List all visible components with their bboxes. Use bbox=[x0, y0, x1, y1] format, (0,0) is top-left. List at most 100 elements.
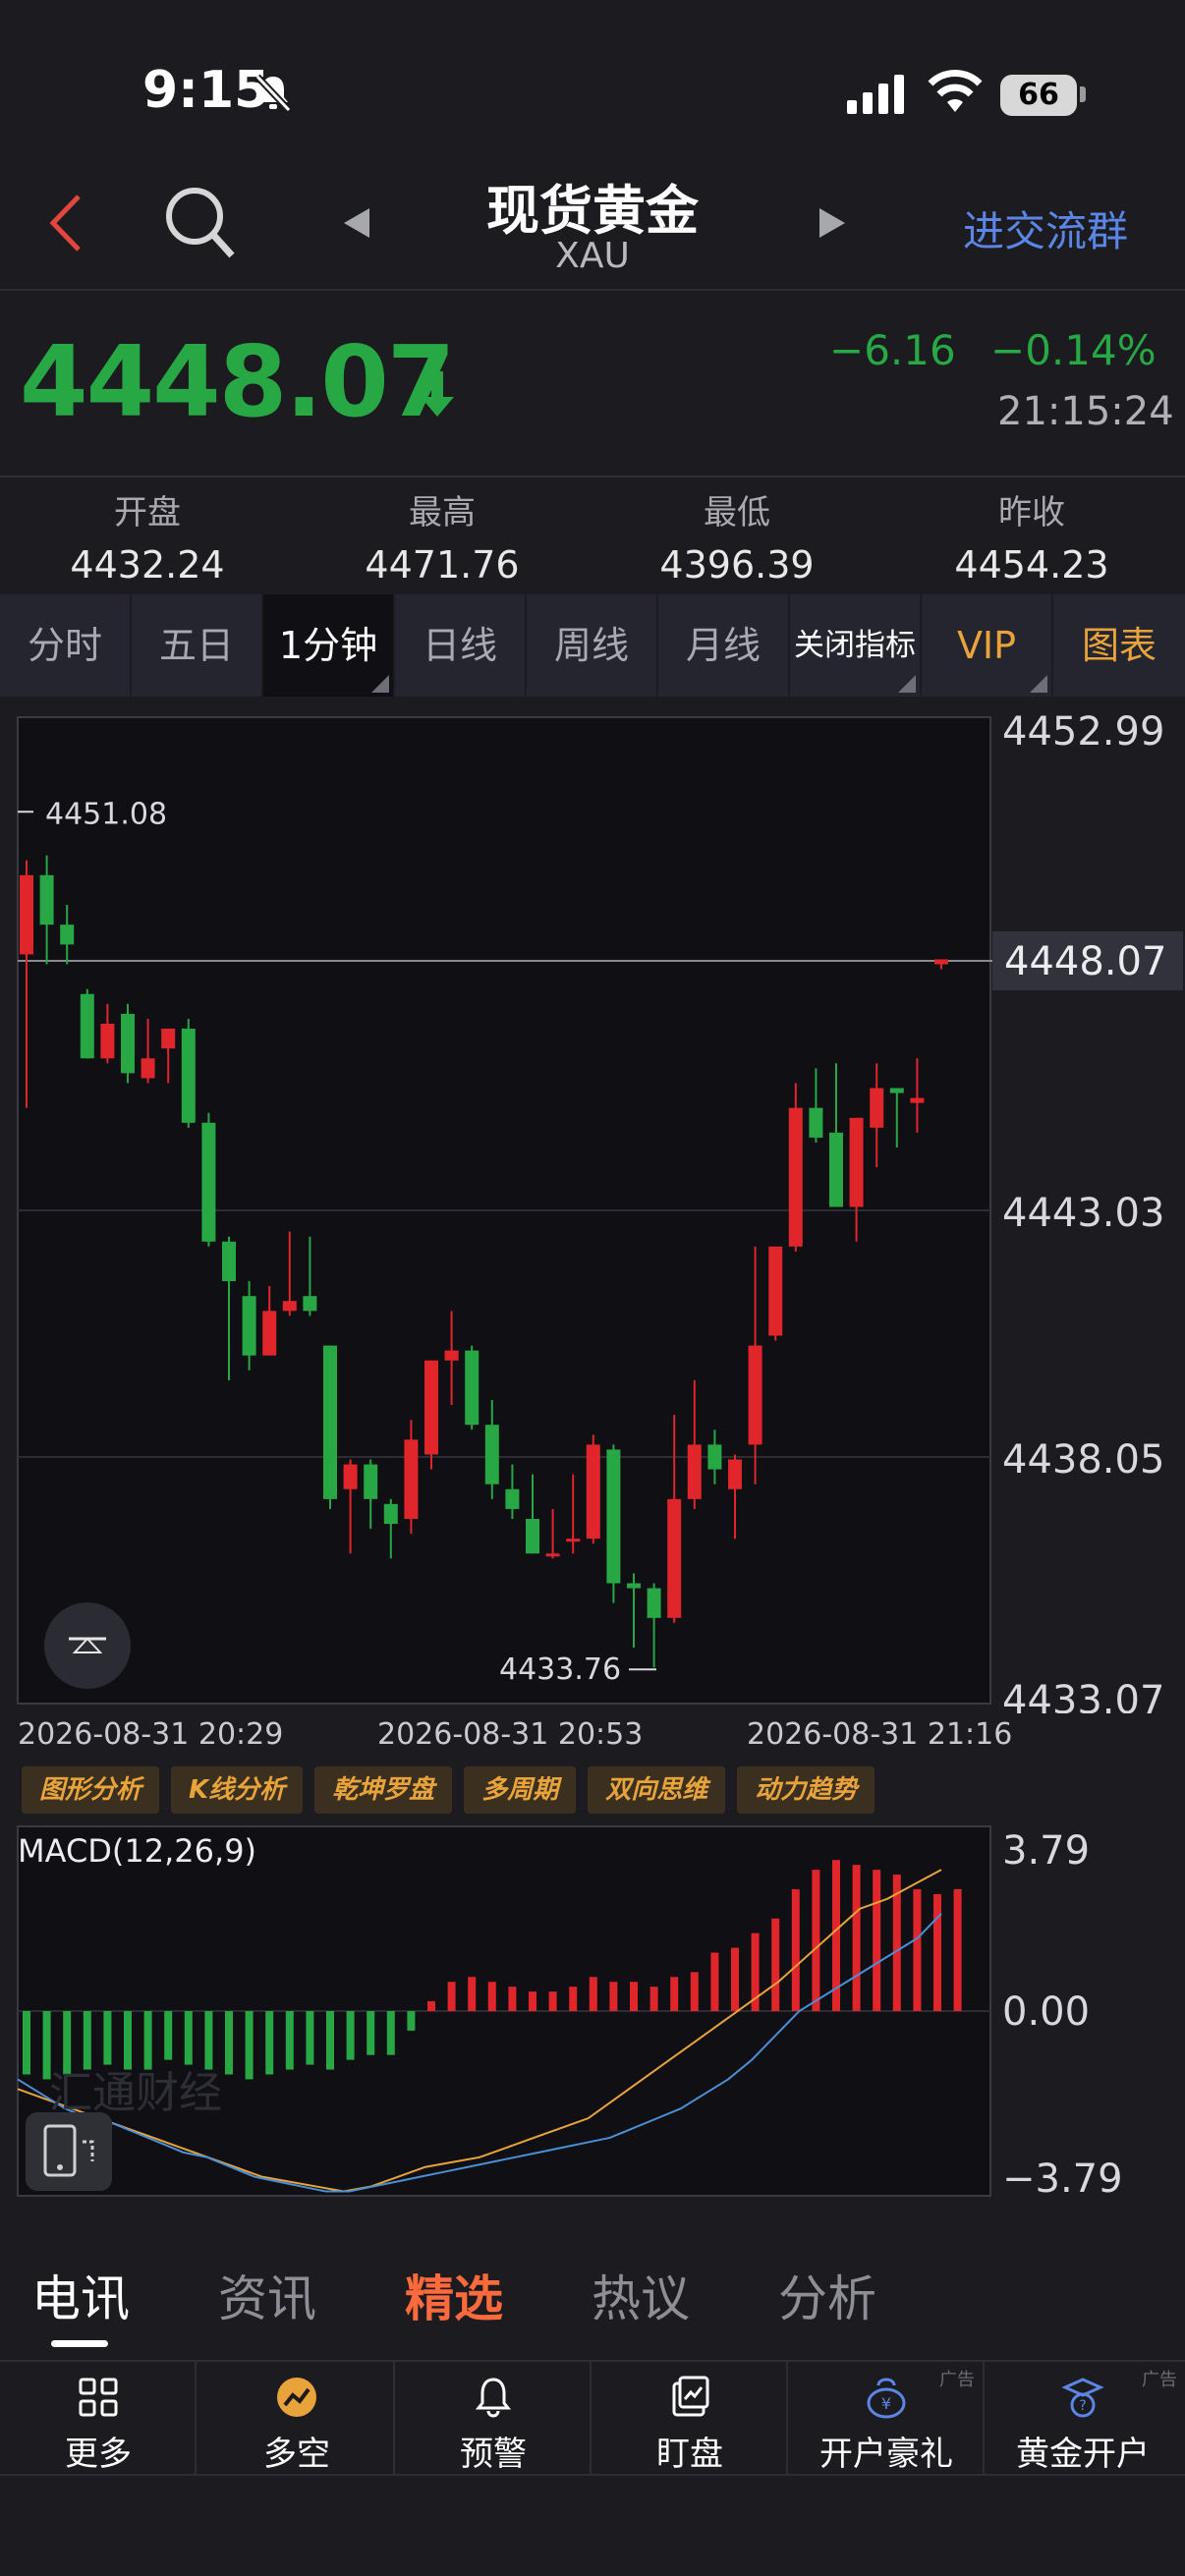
macd-bar bbox=[386, 2011, 395, 2055]
open-value: 4432.24 bbox=[70, 543, 225, 587]
gift-bag-icon: ¥ bbox=[867, 2378, 906, 2419]
tool-compass[interactable]: 乾坤罗盘 bbox=[314, 1766, 453, 1814]
macd-chart[interactable]: MACD(12,26,9) 3.79 0.00 −3.79 bbox=[0, 1822, 1185, 2201]
tab-corner-mark bbox=[1030, 675, 1047, 693]
macd-bar bbox=[447, 1982, 456, 2011]
last-price: 4448.07 bbox=[20, 324, 455, 439]
tool-multi-period[interactable]: 多周期 bbox=[464, 1766, 577, 1814]
high-stat: 最高 4471.76 bbox=[295, 485, 590, 587]
macd-bar bbox=[245, 2011, 254, 2080]
join-group-link[interactable]: 进交流群 bbox=[963, 198, 1128, 258]
macd-bar bbox=[913, 1888, 922, 2011]
macd-tick-label: 0.00 bbox=[1002, 1989, 1090, 2035]
candlestick-chart[interactable]: 4452.994448.074443.034438.054433.074448.… bbox=[0, 698, 1185, 1713]
candle-body bbox=[303, 1296, 317, 1312]
candle-body bbox=[586, 1444, 600, 1540]
x-tick-label: 2026-08-31 20:29 bbox=[18, 1717, 284, 1752]
low-label: 最低 bbox=[704, 493, 770, 532]
candle-body bbox=[20, 874, 33, 955]
macd-bar bbox=[23, 2011, 30, 2075]
candle-body bbox=[242, 1296, 256, 1356]
candle-body bbox=[849, 1117, 864, 1207]
status-bar: 9:15 66 bbox=[0, 0, 1185, 177]
y-tick-label: 4452.99 bbox=[1002, 709, 1164, 755]
macd-bar bbox=[427, 2001, 435, 2011]
bottom-toolbar: 更多 多空 预警 盯盘 ¥ 广告 开户豪礼 ? 广告 黄金开户 bbox=[0, 2360, 1185, 2476]
bell-icon bbox=[475, 2378, 512, 2418]
tab-one-minute[interactable]: 1分钟 bbox=[263, 594, 395, 697]
candle-body bbox=[748, 1345, 762, 1445]
candle-body bbox=[707, 1444, 722, 1470]
quote-divider bbox=[0, 476, 1185, 477]
tab-daily[interactable]: 日线 bbox=[395, 594, 527, 697]
macd-bar bbox=[609, 1982, 618, 2011]
max-marker-label: 4451.08 bbox=[45, 797, 167, 831]
tab-news[interactable]: 资讯 bbox=[218, 2260, 316, 2330]
macd-bar bbox=[771, 1918, 780, 2011]
macd-bar bbox=[225, 2011, 233, 2075]
header-divider bbox=[0, 289, 1185, 291]
high-value: 4471.76 bbox=[365, 543, 520, 587]
toolbar-gold-account-button[interactable]: ? 广告 黄金开户 bbox=[985, 2362, 1185, 2474]
tab-close-indicator[interactable]: 关闭指标 bbox=[790, 594, 922, 697]
tab-telegraph[interactable]: 电讯 bbox=[31, 2260, 130, 2330]
macd-bar bbox=[791, 1888, 800, 2011]
candle-body bbox=[80, 993, 94, 1059]
toolbar-label: 预警 bbox=[460, 2435, 527, 2474]
toolbar-open-gift-button[interactable]: ¥ 广告 开户豪礼 bbox=[788, 2362, 985, 2474]
tab-vip[interactable]: VIP bbox=[922, 594, 1053, 697]
candle-body bbox=[141, 1058, 155, 1079]
tool-momentum[interactable]: 动力趋势 bbox=[737, 1766, 875, 1814]
last-price-label: 4448.07 bbox=[1004, 939, 1166, 984]
macd-bar bbox=[710, 1952, 719, 2011]
macd-bar bbox=[852, 1865, 861, 2011]
toolbar-watch-button[interactable]: 盯盘 bbox=[592, 2362, 788, 2474]
candle-body bbox=[545, 1553, 560, 1557]
tab-chart[interactable]: 图表 bbox=[1053, 594, 1185, 697]
macd-bar bbox=[508, 1987, 517, 2011]
candle-body bbox=[404, 1439, 419, 1520]
grid-icon bbox=[79, 2378, 118, 2417]
tool-kline-analysis[interactable]: K线分析 bbox=[171, 1766, 304, 1814]
candle-body bbox=[343, 1464, 358, 1489]
tab-analysis[interactable]: 分析 bbox=[778, 2260, 876, 2330]
price-change: −6.16 bbox=[829, 326, 956, 374]
y-tick-label: 4438.05 bbox=[1002, 1437, 1164, 1483]
tool-two-way[interactable]: 双向思维 bbox=[588, 1766, 726, 1814]
macd-bar bbox=[326, 2011, 334, 2070]
prev-close-value: 4454.23 bbox=[954, 543, 1109, 587]
candle-body bbox=[262, 1311, 277, 1356]
period-tabs: 分时 五日 1分钟 日线 周线 月线 关闭指标 VIP 图表 bbox=[0, 594, 1185, 697]
next-symbol-icon[interactable] bbox=[816, 206, 849, 240]
macd-bar bbox=[630, 1982, 638, 2011]
toolbar-long-short-button[interactable]: 多空 bbox=[198, 2362, 395, 2474]
tool-pattern-analysis[interactable]: 图形分析 bbox=[22, 1766, 160, 1814]
macd-bar bbox=[407, 2011, 416, 2031]
collapse-button bbox=[44, 1602, 131, 1689]
tab-five-day[interactable]: 五日 bbox=[132, 594, 263, 697]
macd-bar bbox=[589, 1977, 597, 2011]
macd-bar bbox=[285, 2011, 294, 2070]
macd-label: MACD(12,26,9) bbox=[18, 1832, 256, 1870]
prev-close-stat: 昨收 4454.23 bbox=[884, 485, 1179, 587]
tab-hot-discuss[interactable]: 热议 bbox=[592, 2260, 690, 2330]
toolbar-alert-button[interactable]: 预警 bbox=[395, 2362, 592, 2474]
candle-body bbox=[647, 1588, 661, 1618]
candle-body bbox=[323, 1345, 337, 1499]
ad-badge: 广告 bbox=[1142, 2370, 1177, 2390]
tab-weekly[interactable]: 周线 bbox=[527, 594, 658, 697]
candle-body bbox=[282, 1301, 297, 1312]
bell-muted-icon bbox=[254, 74, 292, 113]
candle-body bbox=[364, 1464, 378, 1499]
tab-timeshare[interactable]: 分时 bbox=[0, 594, 132, 697]
landscape-toggle-button[interactable] bbox=[26, 2112, 112, 2191]
macd-bar bbox=[670, 1977, 679, 2011]
macd-bar bbox=[548, 1991, 557, 2011]
tab-vip-label: VIP bbox=[956, 624, 1017, 667]
battery-indicator: 66 bbox=[1000, 75, 1077, 116]
candle-body bbox=[201, 1122, 216, 1242]
toolbar-more-button[interactable]: 更多 bbox=[0, 2362, 197, 2474]
tab-featured[interactable]: 精选 bbox=[405, 2260, 503, 2330]
x-tick-label: 2026-08-31 20:53 bbox=[377, 1717, 644, 1752]
tab-monthly[interactable]: 月线 bbox=[658, 594, 790, 697]
